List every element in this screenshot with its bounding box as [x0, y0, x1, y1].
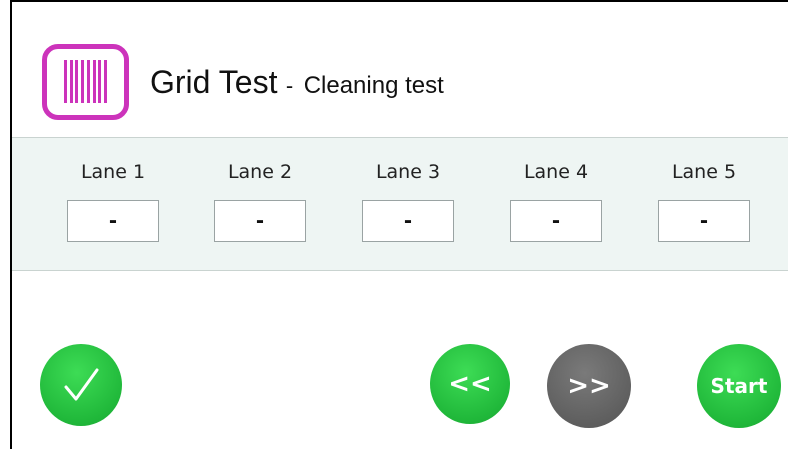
lane-3: Lane 3 - [362, 160, 454, 242]
lane-value-field[interactable]: - [67, 200, 159, 242]
lane-label: Lane 1 [80, 161, 146, 183]
lane-value-field[interactable]: - [658, 200, 750, 242]
lanes-panel: Lane 1 - Lane 2 - Lane 3 - Lane 4 - Lane… [12, 137, 788, 271]
header: Grid Test - Cleaning test [12, 2, 788, 139]
start-button[interactable]: Start [697, 344, 781, 428]
lane-value-field[interactable]: - [362, 200, 454, 242]
page-title: Grid Test - Cleaning test [150, 66, 444, 98]
lane-label: Lane 2 [227, 161, 293, 183]
checkmark-icon [64, 368, 99, 401]
lane-value-field[interactable]: - [214, 200, 306, 242]
lane-4: Lane 4 - [510, 160, 602, 242]
lane-value-field[interactable]: - [510, 200, 602, 242]
previous-button[interactable]: << [430, 344, 510, 424]
lane-label: Lane 3 [375, 161, 441, 183]
test-screen: Grid Test - Cleaning test Lane 1 - Lane … [10, 0, 788, 449]
lane-label: Lane 5 [671, 161, 737, 183]
lane-5: Lane 5 - [658, 160, 750, 242]
lane-label: Lane 4 [523, 161, 589, 183]
next-button[interactable]: >> [547, 344, 631, 428]
lane-1: Lane 1 - [67, 160, 159, 242]
title-separator: - [285, 73, 294, 98]
title-main: Grid Test [150, 64, 278, 100]
title-subtitle: Cleaning test [303, 72, 444, 99]
grid-bars-icon [42, 44, 129, 120]
lane-2: Lane 2 - [214, 160, 306, 242]
confirm-button[interactable] [40, 344, 122, 426]
